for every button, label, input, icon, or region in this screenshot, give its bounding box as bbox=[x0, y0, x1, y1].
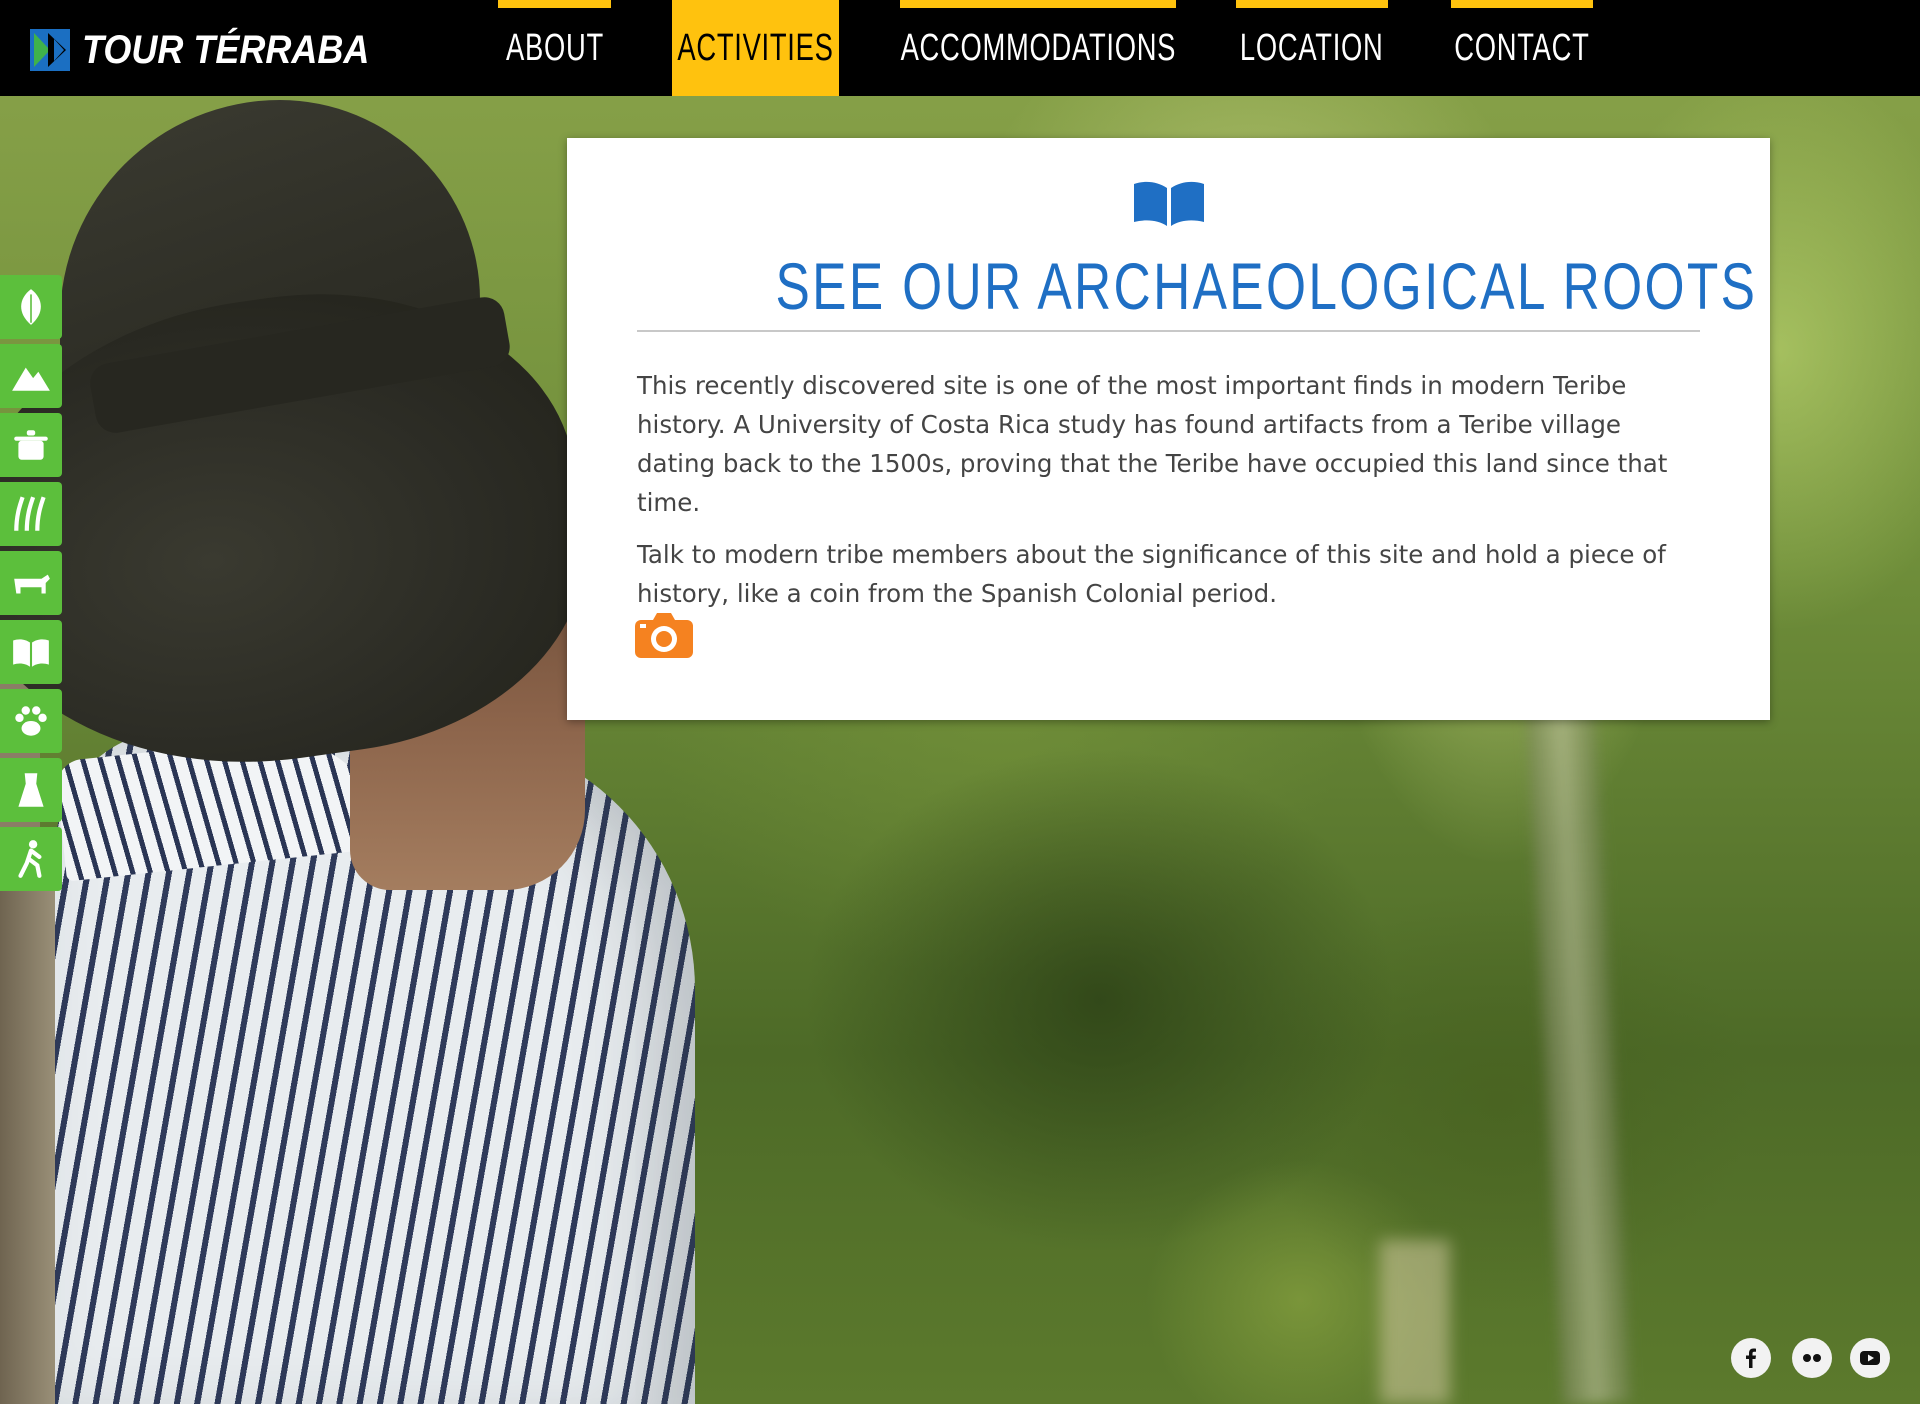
nav-accent-bar bbox=[1236, 0, 1388, 8]
logo-arrow-icon bbox=[30, 29, 70, 71]
camera-icon[interactable] bbox=[635, 612, 693, 658]
sidebar-item-cooking[interactable] bbox=[0, 413, 62, 477]
top-navigation-bar: TOUR TÉRRABA ABOUT ACTIVITIES ACCOMMODAT… bbox=[0, 0, 1920, 96]
nav-contact[interactable]: CONTACT bbox=[1451, 0, 1593, 96]
leaf-icon bbox=[21, 289, 41, 325]
sidebar-item-mountain[interactable] bbox=[0, 344, 62, 408]
nav-accommodations[interactable]: ACCOMMODATIONS bbox=[900, 0, 1176, 96]
paw-icon bbox=[15, 706, 47, 736]
site-logo[interactable]: TOUR TÉRRABA bbox=[30, 25, 401, 75]
sidebar-item-sugarcane[interactable] bbox=[0, 482, 62, 546]
nav-accent-bar bbox=[900, 0, 1176, 8]
card-title: SEE OUR ARCHAEOLOGICAL ROOTS bbox=[775, 249, 1758, 323]
activity-info-card: SEE OUR ARCHAEOLOGICAL ROOTS This recent… bbox=[567, 138, 1770, 720]
facebook-button[interactable] bbox=[1731, 1338, 1771, 1378]
dress-icon bbox=[18, 773, 44, 807]
sidebar-item-hiking[interactable] bbox=[0, 827, 62, 891]
open-book-icon bbox=[1134, 181, 1204, 226]
sidebar-item-cattle[interactable] bbox=[0, 551, 62, 615]
mountain-icon bbox=[12, 367, 50, 391]
cow-icon bbox=[14, 574, 50, 594]
nav-about[interactable]: ABOUT bbox=[498, 0, 611, 96]
activity-icon-sidebar bbox=[0, 275, 64, 896]
card-body: This recently discovered site is one of … bbox=[637, 366, 1700, 626]
nav-location[interactable]: LOCATION bbox=[1236, 0, 1388, 96]
sidebar-item-crafts[interactable] bbox=[0, 758, 62, 822]
hiker-icon bbox=[18, 840, 42, 878]
cooking-pot-icon bbox=[14, 430, 48, 460]
facebook-icon bbox=[1746, 1348, 1756, 1368]
flickr-button[interactable] bbox=[1792, 1338, 1832, 1378]
youtube-icon bbox=[1860, 1351, 1880, 1365]
sidebar-item-leaf[interactable] bbox=[0, 275, 62, 339]
sidebar-item-wildlife[interactable] bbox=[0, 689, 62, 753]
logo-text: TOUR TÉRRABA bbox=[82, 27, 370, 72]
sugar-cane-icon bbox=[14, 496, 46, 531]
card-paragraph: This recently discovered site is one of … bbox=[637, 371, 1668, 517]
nav-accent-bar bbox=[1451, 0, 1593, 8]
flickr-icon bbox=[1803, 1354, 1821, 1362]
sidebar-item-archaeology[interactable] bbox=[0, 620, 62, 684]
background-tree bbox=[1380, 1240, 1450, 1404]
nav-accent-bar bbox=[498, 0, 611, 8]
card-paragraph: Talk to modern tribe members about the s… bbox=[637, 540, 1666, 608]
title-divider bbox=[637, 330, 1700, 332]
nav-activities[interactable]: ACTIVITIES bbox=[672, 0, 839, 96]
open-book-icon bbox=[13, 639, 49, 667]
youtube-button[interactable] bbox=[1850, 1338, 1890, 1378]
